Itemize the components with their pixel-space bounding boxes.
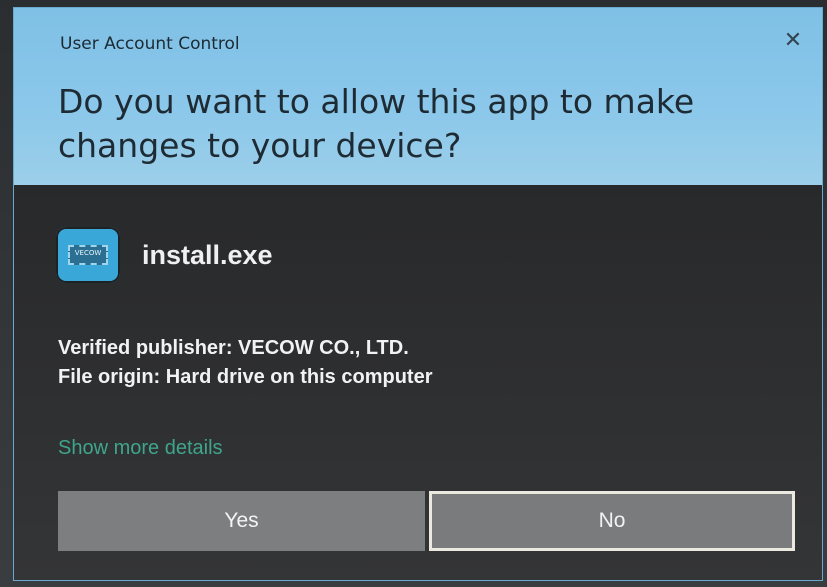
dialog-body: VECOW install.exe Verified publisher: VE… (14, 185, 822, 580)
file-origin: File origin: Hard drive on this computer (58, 366, 433, 388)
verified-publisher: Verified publisher: VECOW CO., LTD. (58, 337, 409, 359)
screen-background: User Account Control ✕ Do you want to al… (0, 0, 827, 587)
dialog-header: User Account Control ✕ Do you want to al… (14, 8, 822, 185)
yes-button[interactable]: Yes (58, 491, 425, 551)
close-icon[interactable]: ✕ (782, 30, 804, 52)
no-button[interactable]: No (429, 491, 795, 551)
show-more-details-link[interactable]: Show more details (58, 437, 223, 460)
window-title: User Account Control (60, 34, 240, 54)
prompt-question: Do you want to allow this app to make ch… (58, 82, 695, 165)
uac-dialog: User Account Control ✕ Do you want to al… (14, 8, 822, 580)
app-name: install.exe (142, 239, 273, 270)
app-identity: VECOW install.exe (56, 225, 273, 285)
vecow-chip-icon: VECOW (56, 227, 120, 283)
app-icon-text: VECOW (74, 249, 102, 257)
